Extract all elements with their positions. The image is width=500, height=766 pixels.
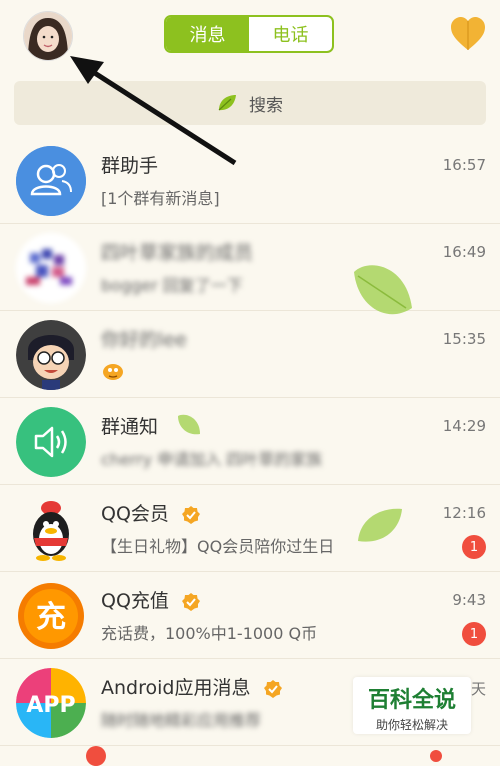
conversation-time: 14:29	[442, 417, 486, 435]
group-avatar	[16, 233, 86, 303]
verified-badge-icon	[263, 679, 282, 698]
verified-badge-icon	[181, 592, 200, 611]
conversation-name: 四叶草家族的成员	[101, 242, 254, 264]
conversation-item[interactable]: QQ会员 【生日礼物】QQ会员陪你过生日 12:16 1	[0, 485, 500, 572]
conversation-preview: [1个群有新消息]	[101, 189, 220, 208]
speaker-icon	[16, 407, 86, 477]
conversation-item[interactable]: 四叶草家族的成员 bogger 回复了一下 16:49	[0, 224, 500, 311]
qq-penguin-icon	[16, 494, 86, 564]
conversation-time: 16:57	[442, 156, 486, 174]
conversation-time: 15:35	[442, 330, 486, 348]
tab-messages[interactable]: 消息	[166, 17, 249, 51]
conversation-name: 你好的lee	[101, 329, 187, 351]
svg-text:充: 充	[36, 600, 66, 635]
tab-calls[interactable]: 电话	[249, 17, 332, 51]
partial-row-dot	[430, 750, 442, 762]
conversation-list: 群助手 [1个群有新消息] 16:57 四叶草家族的成员 bogger 回复了一…	[0, 137, 500, 746]
svg-text:APP: APP	[26, 693, 75, 718]
verified-badge-icon	[181, 505, 200, 524]
conversation-name-text: QQ充值	[101, 590, 169, 612]
recharge-icon: 充	[16, 581, 86, 651]
conversation-time: 12:16	[442, 504, 486, 522]
conversation-item[interactable]: 你好的lee 15:35	[0, 311, 500, 398]
conversation-preview: 随时随地精彩应用推荐	[101, 711, 262, 730]
conversation-name: QQ充值	[101, 586, 201, 613]
conversation-time: 天	[470, 680, 486, 698]
watermark-title: 百科全说	[367, 688, 456, 713]
unread-badge: 1	[462, 535, 486, 559]
conversation-time: 9:43	[452, 591, 486, 609]
conversation-preview: cherry 申请加入 四叶草的家族	[101, 450, 323, 469]
partial-row-badge	[86, 746, 106, 766]
watermark-logo: 百科全说 助你轻松解决	[353, 677, 471, 734]
heart-icon[interactable]	[449, 16, 487, 52]
conversation-name-text: QQ会员	[101, 503, 169, 525]
conversation-item[interactable]: 充 QQ充值 充话费，100%中1-1000 Q币 9:43 1	[0, 572, 500, 659]
conversation-name: 群通知	[101, 416, 159, 438]
cartoon-avatar	[16, 320, 86, 390]
emoji-preview	[101, 359, 125, 385]
conversation-preview: 充话费，100%中1-1000 Q币	[101, 624, 318, 643]
conversation-item[interactable]: 群通知 cherry 申请加入 四叶草的家族 14:29	[0, 398, 500, 485]
conversation-preview: bogger 回复了一下	[101, 276, 243, 295]
annotation-arrow	[70, 56, 237, 166]
conversation-preview: 【生日礼物】QQ会员陪你过生日	[101, 537, 335, 556]
conversation-time: 16:49	[442, 243, 486, 261]
conversation-name-text: Android应用消息	[101, 677, 251, 699]
search-label: 搜索	[249, 95, 283, 116]
conversation-name: QQ会员	[101, 499, 201, 526]
falling-leaf-icon	[358, 508, 402, 542]
falling-leaf-icon	[354, 265, 412, 315]
falling-leaf-icon	[178, 414, 200, 435]
unread-badge: 1	[462, 622, 486, 646]
app-icon: APP	[16, 668, 86, 738]
conversation-name: Android应用消息	[101, 673, 283, 700]
watermark-subtitle: 助你轻松解决	[375, 718, 448, 732]
